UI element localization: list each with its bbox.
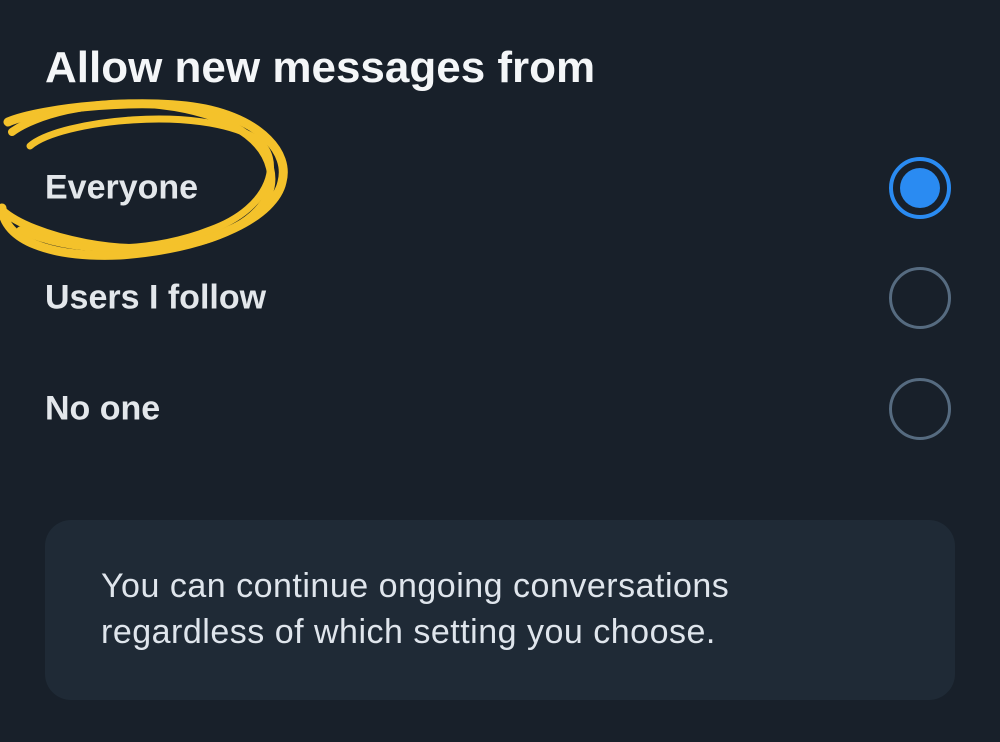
option-no-one[interactable]: No one [0,359,1000,459]
section-title: Allow new messages from [45,43,596,92]
option-label-everyone: Everyone [45,168,199,207]
option-label-no-one: No one [45,389,161,428]
radio-everyone-selected[interactable] [889,157,951,219]
option-label-users-i-follow: Users I follow [45,278,267,317]
radio-users-i-follow[interactable] [889,267,951,329]
radio-selected-dot [900,168,940,208]
radio-no-one[interactable] [889,378,951,440]
option-users-i-follow[interactable]: Users I follow [0,248,1000,348]
message-settings-screen: Allow new messages from Everyone Users I… [0,0,1000,742]
info-text-line-2: regardless of which setting you choose. [101,613,716,651]
info-text: You can continue ongoing conversations r… [101,563,899,655]
option-everyone[interactable]: Everyone [0,138,1000,238]
info-box: You can continue ongoing conversations r… [45,520,955,700]
info-text-line-1: You can continue ongoing conversations [101,567,730,605]
